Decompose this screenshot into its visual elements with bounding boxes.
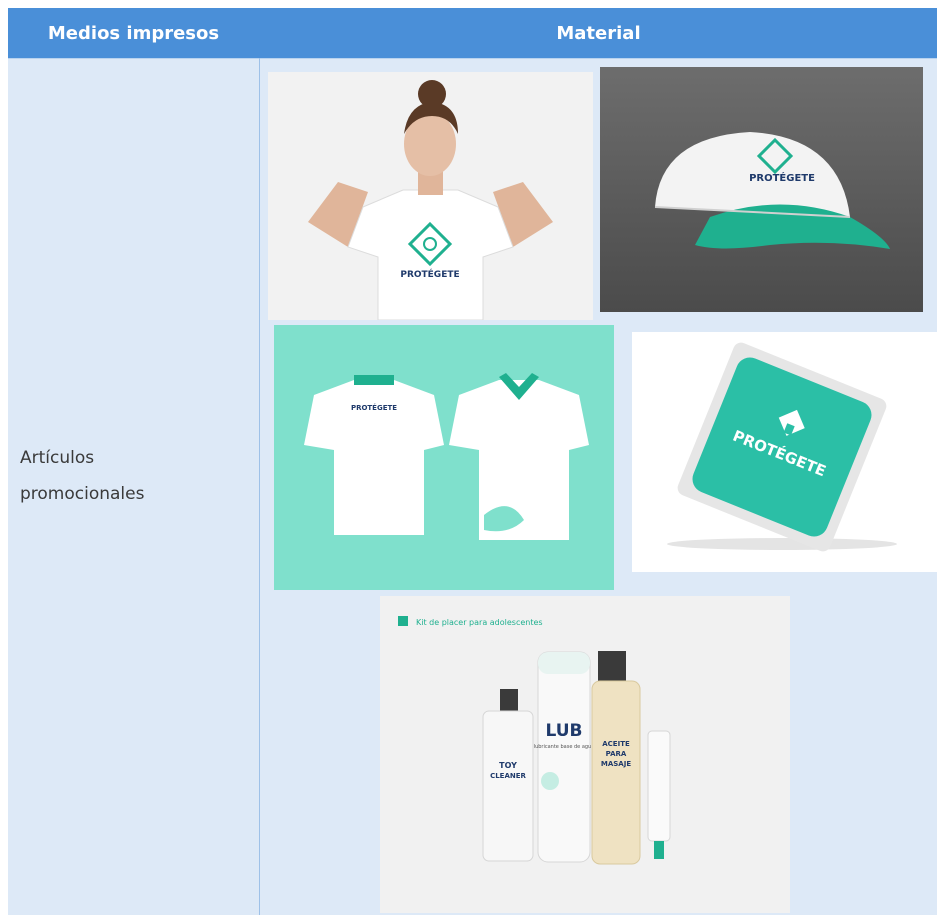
column-divider — [259, 58, 260, 915]
row-label-line1: Artículos — [20, 448, 95, 468]
oil-label-line2: PARA — [606, 750, 627, 758]
polo-back-brand-text: PROTÉGETE — [351, 403, 397, 412]
row-label: Artículos promocionales — [20, 440, 250, 512]
condom-packet-image: PROTÉGETE — [632, 332, 937, 572]
lub-sub-label: lubricante base de agua — [534, 744, 595, 750]
cap-brand-text: PROTÉGETE — [749, 171, 815, 184]
kit-caption: Kit de placer para adolescentes — [416, 618, 543, 627]
row-label-line2: promocionales — [20, 484, 145, 504]
toy-label-line2: CLEANER — [490, 772, 526, 780]
header-material: Material — [556, 22, 641, 44]
product-kit-image: Kit de placer para adolescentes TOY CLEA… — [380, 596, 790, 913]
cap-image: PROTÉGETE — [600, 67, 923, 312]
polo-shirts-image: PROTÉGETE — [274, 325, 614, 590]
toy-label-line1: TOY — [499, 761, 517, 770]
woman-tshirt-image: PROTÉGETE — [268, 72, 593, 320]
table-header: Medios impresos Material — [8, 8, 937, 59]
oil-label-line1: ACEITE — [602, 740, 630, 748]
oil-label-line3: MASAJE — [601, 760, 631, 768]
tshirt-brand-text: PROTÉGETE — [400, 268, 459, 280]
header-medios-impresos: Medios impresos — [47, 22, 220, 44]
lub-label: LUB — [546, 721, 583, 741]
